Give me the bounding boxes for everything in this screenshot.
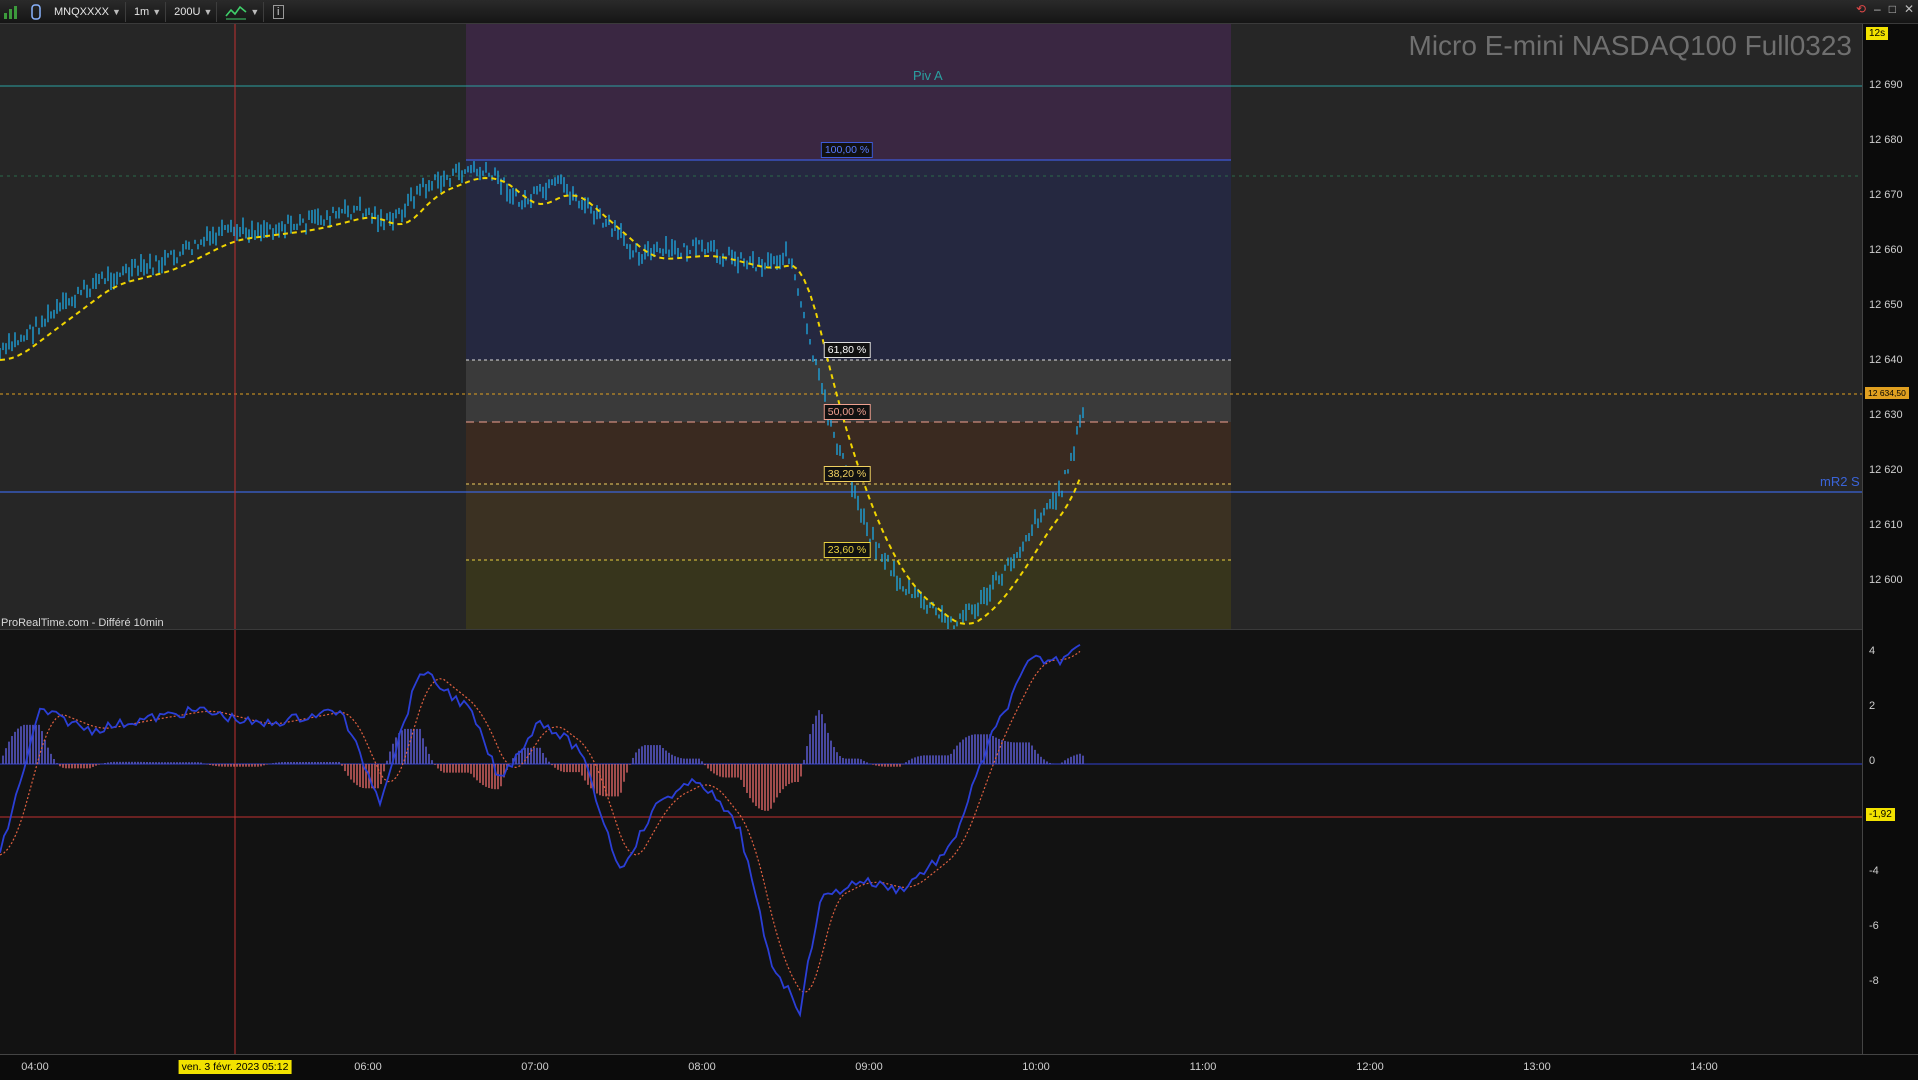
price-chart [0, 24, 1862, 629]
demo-icon[interactable] [2, 2, 22, 22]
price-tick: 12 690 [1869, 79, 1903, 91]
toolbar: MNQXXXX ▼ 1m ▼ 200U ▼ ▼ i ⟲ – □ ✕ [0, 0, 1918, 24]
maximize-icon[interactable]: □ [1889, 2, 1896, 16]
units-selector[interactable]: 200U ▼ [170, 1, 218, 22]
indicator-tick: -8 [1869, 975, 1879, 987]
window-controls: ⟲ – □ ✕ [1856, 2, 1914, 16]
instrument-title: Micro E-mini NASDAQ100 Full0323 [1408, 30, 1853, 61]
chart-style-selector[interactable]: ▼ [221, 1, 265, 22]
fibo-100-tag: 100,00 % [820, 142, 874, 158]
chevron-down-icon: ▼ [152, 6, 162, 17]
time-tick: 08:00 [688, 1061, 716, 1073]
time-tick: 09:00 [855, 1061, 883, 1073]
indicator-tick: 0 [1869, 755, 1876, 767]
symbol-selector[interactable]: MNQXXXX ▼ [50, 1, 126, 22]
timeframe-label: 1m [133, 5, 150, 18]
price-tick: 12 610 [1869, 519, 1903, 531]
minimize-icon[interactable]: – [1874, 2, 1881, 16]
price-pane[interactable]: Micro E-mini NASDAQ100 Full0323 Piv A mR… [0, 24, 1862, 629]
price-tick: 12 600 [1869, 574, 1903, 586]
info-icon[interactable]: i [268, 2, 288, 22]
data-source-note: ProRealTime.com - Différé 10min [1, 617, 164, 629]
symbol-label: MNQXXXX [54, 5, 110, 18]
line-chart-icon [225, 5, 247, 19]
close-icon[interactable]: ✕ [1904, 2, 1914, 16]
time-tick: 14:00 [1690, 1061, 1718, 1073]
mr2s-label: mR2 S [1820, 474, 1860, 489]
fibo-618-tag: 61,80 % [823, 342, 871, 358]
indicator-tick: 4 [1869, 645, 1876, 657]
link-icon[interactable] [26, 2, 46, 22]
indicator-tick: -6 [1869, 920, 1879, 932]
indicator-pane[interactable] [0, 629, 1862, 1054]
indicator-tick: -4 [1869, 865, 1879, 877]
countdown-badge: 12s [1866, 27, 1889, 40]
price-tick: 12 630 [1869, 409, 1903, 421]
price-tick: 12 660 [1869, 244, 1903, 256]
pivot-a-label: Piv A [913, 68, 943, 83]
time-axis[interactable]: 04:00 06:00 07:00 08:00 09:00 10:00 11:0… [0, 1054, 1918, 1080]
time-tick: 13:00 [1523, 1061, 1551, 1073]
time-tick: 12:00 [1356, 1061, 1384, 1073]
chevron-down-icon: ▼ [250, 6, 260, 17]
cursor-date-badge: ven. 3 févr. 2023 05:12 [178, 1060, 292, 1074]
macd-chart [0, 630, 1862, 1054]
price-tick: 12 620 [1869, 464, 1903, 476]
time-tick: 11:00 [1189, 1061, 1217, 1073]
fibo-50-tag: 50,00 % [823, 404, 871, 420]
chevron-down-icon: ▼ [203, 6, 213, 17]
indicator-value-badge: -1,92 [1866, 808, 1895, 821]
units-label: 200U [174, 5, 201, 18]
price-tick: 12 650 [1869, 299, 1903, 311]
price-tick: 12 640 [1869, 354, 1903, 366]
timeframe-selector[interactable]: 1m ▼ [130, 1, 167, 22]
current-price-badge: 12 634,50 [1865, 387, 1909, 399]
time-tick: 07:00 [521, 1061, 549, 1073]
price-axis[interactable]: 12s 12 690 12 680 12 670 12 660 12 650 1… [1862, 24, 1918, 1054]
fibo-382-tag: 38,20 % [823, 466, 871, 482]
time-tick: 06:00 [354, 1061, 382, 1073]
refresh-icon[interactable]: ⟲ [1856, 2, 1866, 16]
fibo-236-tag: 23,60 % [823, 542, 871, 558]
time-tick: 04:00 [21, 1061, 49, 1073]
price-tick: 12 680 [1869, 134, 1903, 146]
price-tick: 12 670 [1869, 189, 1903, 201]
time-tick: 10:00 [1022, 1061, 1050, 1073]
indicator-tick: 2 [1869, 700, 1876, 712]
chevron-down-icon: ▼ [112, 6, 121, 17]
